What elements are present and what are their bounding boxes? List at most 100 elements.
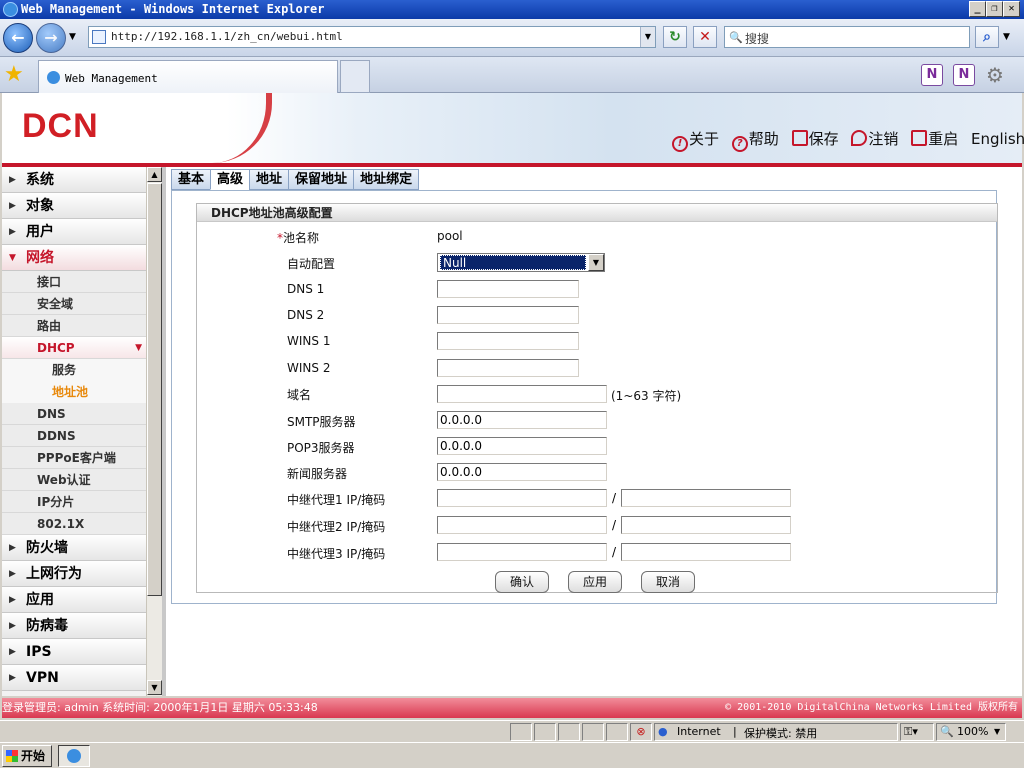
relay1-slash: /	[612, 491, 617, 505]
relay1-mask-input[interactable]	[621, 489, 791, 507]
expand-arrow-icon: ▶	[9, 647, 16, 657]
ok-button[interactable]: 确认	[495, 571, 549, 593]
smtp-input[interactable]: 0.0.0.0	[437, 411, 607, 429]
relay3-mask-input[interactable]	[621, 543, 791, 561]
sidebar-sub-interface[interactable]: 接口	[2, 271, 146, 293]
sidebar-scrollbar[interactable]: ▲ ▼	[146, 167, 162, 696]
sidebar-item-ips[interactable]: ▶ IPS	[2, 639, 146, 665]
dropdown-arrow-icon: ▼	[135, 343, 142, 353]
sidebar-sub-webauth[interactable]: Web认证	[2, 469, 146, 491]
reboot-link[interactable]: 重启	[911, 130, 958, 148]
relay1-ip-input[interactable]	[437, 489, 607, 507]
sidebar-item-firewall[interactable]: ▶ 防火墙	[2, 535, 146, 561]
zoom-level: 100%	[957, 725, 989, 738]
status-cell	[534, 723, 556, 741]
start-button[interactable]: 开始	[2, 745, 52, 767]
sidebar-item-system[interactable]: ▶ 系统	[2, 167, 146, 193]
dns1-input[interactable]	[437, 280, 579, 298]
sidebar-sub-route[interactable]: 路由	[2, 315, 146, 337]
stop-button[interactable]: ✕	[693, 26, 717, 48]
zoom-dropdown-icon[interactable]: ▼	[994, 727, 1000, 736]
back-button[interactable]: ←	[3, 23, 33, 53]
tab-title: Web Management	[65, 72, 158, 85]
history-dropdown-icon[interactable]: ▼	[69, 32, 76, 42]
about-link[interactable]: ! 关于	[672, 130, 719, 152]
select-dropdown-icon[interactable]: ▼	[588, 254, 604, 271]
save-link[interactable]: 保存	[791, 130, 839, 148]
favorites-star-icon[interactable]: ★	[4, 62, 24, 87]
apply-button[interactable]: 应用	[568, 571, 622, 593]
url-dropdown-icon[interactable]: ▼	[640, 27, 655, 47]
tab-address[interactable]: 地址	[249, 169, 290, 190]
refresh-button[interactable]: ↻	[663, 26, 687, 48]
close-window-button[interactable]: ✕	[1003, 1, 1020, 17]
sidebar-item-network[interactable]: ▼ 网络	[2, 245, 146, 271]
help-link[interactable]: ? 帮助	[731, 130, 779, 152]
sidebar-sub-ddns[interactable]: DDNS	[2, 425, 146, 447]
domain-input[interactable]	[437, 385, 607, 403]
collapse-arrow-icon: ▼	[9, 253, 16, 263]
search-button[interactable]: ⌕	[975, 26, 999, 48]
relay2-ip-input[interactable]	[437, 516, 607, 534]
news-server-label: 新闻服务器	[287, 467, 348, 481]
page-icon	[92, 30, 106, 44]
status-cell	[606, 723, 628, 741]
sidebar-sub-ipfrag[interactable]: IP分片	[2, 491, 146, 513]
dns2-input[interactable]	[437, 306, 579, 324]
pop3-label: POP3服务器	[287, 441, 355, 455]
taskbar-ie-button[interactable]	[58, 745, 90, 767]
dhcp-advanced-box: DHCP地址池高级配置 *池名称 pool 自动配置 Null ▼ DNS 1 …	[196, 203, 998, 593]
scroll-down-icon[interactable]: ▼	[147, 680, 162, 695]
box-title: DHCP地址池高级配置	[197, 204, 997, 222]
zone-label: Internet	[677, 725, 721, 738]
status-cell	[510, 723, 532, 741]
tab-basic[interactable]: 基本	[171, 169, 212, 190]
wins2-input[interactable]	[437, 359, 579, 377]
tab-advanced[interactable]: 高级	[210, 169, 251, 190]
sidebar-sub-dns[interactable]: DNS	[2, 403, 146, 425]
sidebar-sub-8021x[interactable]: 802.1X	[2, 513, 146, 535]
url-field[interactable]: http://192.168.1.1/zh_cn/webui.html ▼	[88, 26, 656, 48]
ie-icon	[3, 2, 18, 17]
search-input[interactable]: 🔍 搜搜	[724, 26, 970, 48]
tab-binding[interactable]: 地址绑定	[353, 169, 420, 190]
sidebar-sub-dhcp[interactable]: DHCP ▼	[2, 337, 146, 359]
sidebar-item-behavior[interactable]: ▶ 上网行为	[2, 561, 146, 587]
sidebar-sub-dhcp-service[interactable]: 服务	[2, 359, 146, 381]
forward-button[interactable]: →	[36, 23, 66, 53]
dns1-label: DNS 1	[287, 282, 325, 296]
search-options-icon[interactable]: ▼	[1003, 32, 1010, 42]
english-link[interactable]: English	[971, 130, 1024, 148]
popup-blocked-icon[interactable]: ⊗	[630, 723, 652, 741]
sidebar-sub-zone[interactable]: 安全域	[2, 293, 146, 315]
new-tab-button[interactable]	[340, 60, 370, 93]
gear-icon[interactable]: ⚙	[986, 63, 1004, 87]
sidebar-item-object[interactable]: ▶ 对象	[2, 193, 146, 219]
auto-config-select[interactable]: Null ▼	[437, 253, 605, 272]
dcn-logo: DCN	[22, 107, 99, 145]
sidebar-item-vpn[interactable]: ▶ VPN	[2, 665, 146, 691]
scroll-up-icon[interactable]: ▲	[147, 167, 162, 182]
scroll-thumb[interactable]	[147, 183, 162, 596]
expand-arrow-icon: ▶	[9, 543, 16, 553]
maximize-button[interactable]: ❐	[986, 1, 1003, 17]
onenote-icon[interactable]: N	[921, 64, 943, 86]
expand-arrow-icon: ▶	[9, 673, 16, 683]
cancel-button[interactable]: 取消	[641, 571, 695, 593]
sidebar-item-user[interactable]: ▶ 用户	[2, 219, 146, 245]
news-server-input[interactable]: 0.0.0.0	[437, 463, 607, 481]
relay2-mask-input[interactable]	[621, 516, 791, 534]
relay3-ip-input[interactable]	[437, 543, 607, 561]
protected-mode-label: 保护模式: 禁用	[744, 727, 818, 740]
sidebar-sub-pppoe[interactable]: PPPoE客户端	[2, 447, 146, 469]
logout-link[interactable]: 注销	[851, 130, 898, 148]
tab-reserved[interactable]: 保留地址	[288, 169, 355, 190]
minimize-button[interactable]: _	[969, 1, 986, 17]
browser-tab[interactable]: Web Management	[38, 60, 338, 93]
sidebar-item-antivirus[interactable]: ▶ 防病毒	[2, 613, 146, 639]
sidebar-item-app[interactable]: ▶ 应用	[2, 587, 146, 613]
pop3-input[interactable]: 0.0.0.0	[437, 437, 607, 455]
onenote-send-icon[interactable]: N	[953, 64, 975, 86]
sidebar-sub-dhcp-pool[interactable]: 地址池	[2, 381, 146, 403]
wins1-input[interactable]	[437, 332, 579, 350]
